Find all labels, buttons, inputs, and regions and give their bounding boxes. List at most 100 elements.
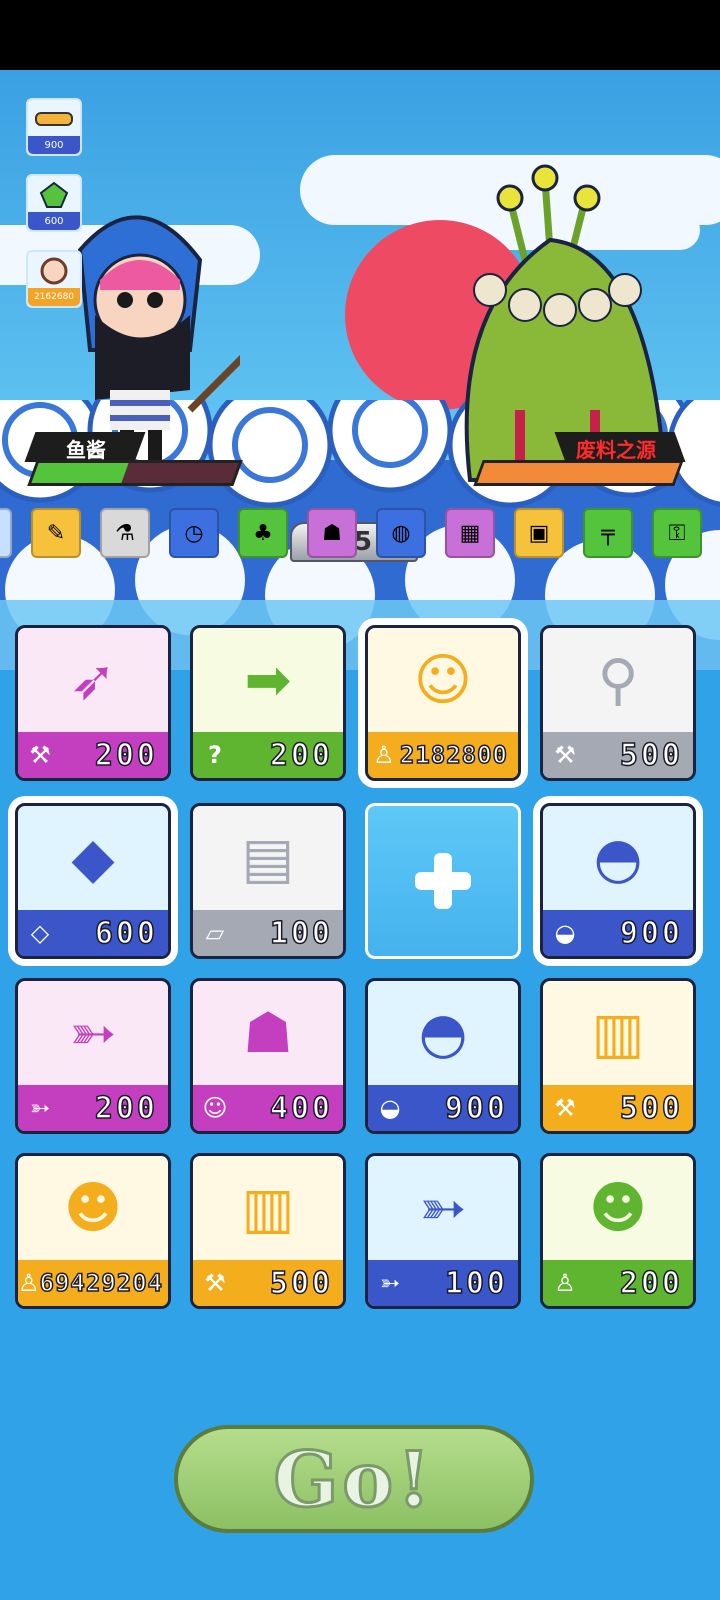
side-item-value: 600 [28,212,80,230]
item-cost-bar: ➳ 100 [368,1260,518,1306]
fish-icon: ➳ [419,1175,467,1241]
item-cost-bar: ♙ 200 [543,1260,693,1306]
gun-icon[interactable]: ╤ [583,508,633,558]
person-icon: ♙ [373,741,395,769]
shovel-icon: ⚒ [204,1269,226,1297]
diamond-icon: ◇ [30,919,50,947]
item-icon-row: ▌ ✎ ⚗ ◷ ♣ ☗ ◍ ▦ ▣ ╤ ⚿ [0,508,720,560]
side-item-value: 900 [28,136,80,154]
stick-pot-icon: ⚲ [597,647,639,713]
item-card[interactable]: ▥ ⚒ 500 [190,1153,346,1309]
cactus-icon[interactable]: ♣ [238,508,288,558]
add-item-slot[interactable] [365,803,521,959]
partial-icon[interactable]: ▌ [0,508,12,558]
clock-icon[interactable]: ◷ [169,508,219,558]
scientist-avatar-icon: ☻ [63,1175,123,1241]
burrito-icon: ◓ [418,1000,468,1066]
girl-avatar-icon [32,256,76,286]
item-cost-bar: ☺ 400 [193,1085,343,1131]
item-cost-bar: ◒ 900 [368,1085,518,1131]
side-item-avatar[interactable]: 2162680 [26,250,82,308]
item-cost-bar: ⚒ 500 [543,732,693,778]
koi-fish-icon: ➳ [69,1000,117,1066]
question-icon: ? [208,741,222,769]
item-cost-value: 100 [444,1265,508,1302]
item-cost-value: 200 [94,737,158,774]
book-icon: ▤ [241,825,295,891]
fish-icon: ➳ [379,1269,401,1297]
item-cost-bar: ⚒ 500 [543,1085,693,1131]
shovel-icon: ⚒ [29,741,51,769]
go-button[interactable]: Go! [174,1425,534,1533]
item-cost-bar: ◒ 900 [543,910,693,956]
burrito-icon [32,104,76,134]
eraser-icon: ▱ [205,919,225,947]
player-hp-fill [31,463,129,483]
item-cost-value: 100 [269,915,333,952]
player-name: 鱼酱 [66,438,106,462]
calculator-icon[interactable]: ▦ [445,508,495,558]
item-cost-bar: ? 200 [193,732,343,778]
bread-icon: ◒ [379,1094,401,1122]
abacus-icon: ▥ [591,1000,645,1066]
item-cost-bar: ♙ 2182800 [368,732,518,778]
enemy-hp-fill [477,463,680,483]
item-card[interactable]: ⚲ ⚒ 500 [540,625,696,781]
bottle-icon[interactable]: ⚗ [100,508,150,558]
item-card[interactable]: ◓ ◒ 900 [540,803,696,959]
note-icon[interactable]: ✎ [31,508,81,558]
side-item-bread[interactable]: 900 [26,98,82,156]
shovel-icon: ⚒ [554,1094,576,1122]
cat-icon: ☗ [242,1000,294,1066]
bread-icon: ◒ [554,919,576,947]
item-cost-bar: ➳ 200 [18,1085,168,1131]
person-icon: ♙ [554,1269,576,1297]
crate-icon[interactable]: ▣ [514,508,564,558]
item-cost-value: 500 [619,1090,683,1127]
fish-icon: ➳ [29,1094,51,1122]
money-man-icon: ☻ [588,1175,648,1241]
item-card[interactable]: ➳ ➳ 200 [15,978,171,1134]
item-cost-value: 900 [444,1090,508,1127]
status-bar [0,0,720,70]
item-cost-value: 600 [94,915,158,952]
burrito-icon: ◓ [593,825,643,891]
item-cost-bar: ▱ 100 [193,910,343,956]
go-button-label: Go! [272,1433,435,1525]
item-card[interactable]: ➶ ⚒ 200 [15,625,171,781]
item-cost-bar: ♙ 69429204 [18,1260,168,1306]
missile-icon: ➶ [69,647,117,713]
gem-icon [32,180,76,210]
item-card[interactable]: ▤ ▱ 100 [190,803,346,959]
item-card[interactable]: ☻ ♙ 200 [540,1153,696,1309]
player-hp-bar [27,460,243,486]
item-card[interactable]: ◓ ◒ 900 [365,978,521,1134]
item-cost-value: 200 [269,737,333,774]
item-cost-value: 900 [619,915,683,952]
item-card[interactable]: ☺ ♙ 2182800 [365,625,521,781]
item-cost-bar: ⚒ 200 [18,732,168,778]
enemy-name: 废料之源 [576,438,656,462]
arrow-icon: ➡ [244,647,292,713]
side-item-gem[interactable]: 600 [26,174,82,232]
item-cost-value: 69429204 [39,1268,164,1298]
item-cost-bar: ◇ 600 [18,910,168,956]
lock-icon[interactable]: ⚿ [652,508,702,558]
item-card[interactable]: ➡? 200 [190,625,346,781]
item-cost-value: 500 [619,737,683,774]
item-card[interactable]: ◆ ◇ 600 [15,803,171,959]
robot-icon[interactable]: ☗ [307,508,357,558]
side-item-value: 2162680 [28,288,80,306]
person-icon: ♙ [18,1269,40,1297]
abacus-icon: ▥ [241,1175,295,1241]
item-cost-value: 500 [269,1265,333,1302]
item-card[interactable]: ☗ ☺ 400 [190,978,346,1134]
item-card[interactable]: ➳ ➳ 100 [365,1153,521,1309]
pan-icon[interactable]: ◍ [376,508,426,558]
enemy-hp-bar [473,460,684,486]
item-card[interactable]: ▥ ⚒ 500 [540,978,696,1134]
item-card[interactable]: ☻ ♙ 69429204 [15,1153,171,1309]
girl-avatar-icon: ☺ [413,647,473,713]
item-cost-value: 2182800 [399,740,508,770]
shovel-icon: ⚒ [554,741,576,769]
